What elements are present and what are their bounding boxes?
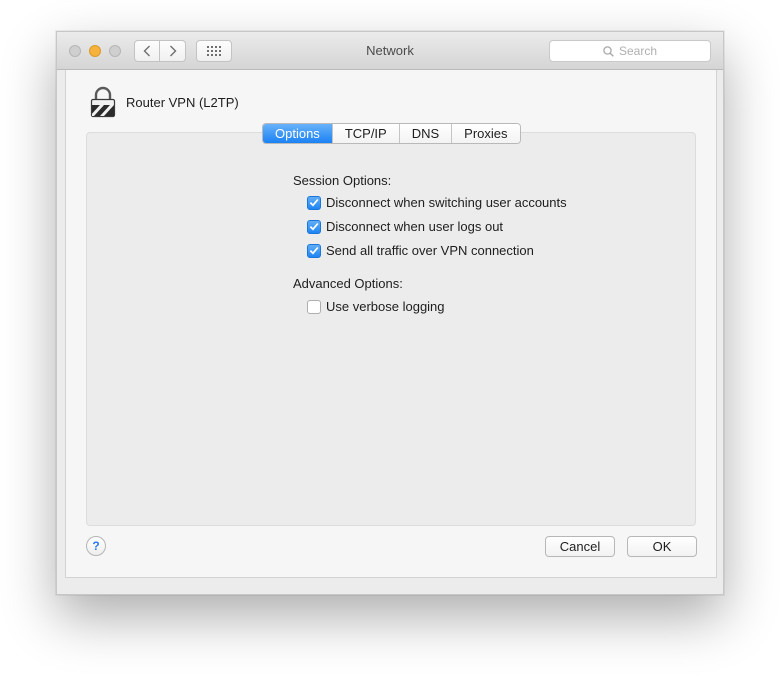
search-placeholder: Search [618, 44, 658, 58]
connection-header: Router VPN (L2TP) [90, 86, 239, 118]
checkbox-label[interactable]: Send all traffic over VPN connection [326, 243, 534, 258]
tab-options[interactable]: Options [263, 124, 332, 143]
cancel-button[interactable]: Cancel [545, 536, 615, 557]
ok-button[interactable]: OK [627, 536, 697, 557]
checkbox-checked[interactable] [307, 195, 321, 210]
search-icon [603, 45, 614, 57]
tab-bar: Options TCP/IP DNS Proxies [262, 123, 521, 144]
tab-proxies[interactable]: Proxies [451, 124, 520, 143]
title-bar: Network Search [57, 32, 723, 70]
checkbox-unchecked[interactable] [307, 299, 321, 314]
checkbox-label[interactable]: Disconnect when switching user accounts [326, 195, 567, 210]
checkbox-label[interactable]: Use verbose logging [326, 299, 445, 314]
help-button[interactable]: ? [86, 536, 106, 556]
checkbox-disconnect-switching[interactable]: Disconnect when switching user accounts [307, 195, 567, 210]
checkbox-disconnect-logout[interactable]: Disconnect when user logs out [307, 219, 503, 234]
checkbox-label[interactable]: Disconnect when user logs out [326, 219, 503, 234]
checkbox-verbose-logging[interactable]: Use verbose logging [307, 299, 445, 314]
checkmark-icon [309, 246, 319, 255]
checkmark-icon [309, 198, 319, 207]
checkmark-icon [309, 222, 319, 231]
checkbox-send-all-traffic[interactable]: Send all traffic over VPN connection [307, 243, 534, 258]
tab-tcpip[interactable]: TCP/IP [331, 124, 399, 143]
connection-name: Router VPN (L2TP) [126, 94, 239, 110]
vpn-options-sheet: Router VPN (L2TP) Session Options: Disco… [65, 70, 717, 578]
lock-icon [90, 86, 116, 118]
options-panel: Session Options: Disconnect when switchi… [86, 132, 696, 526]
session-options-label: Session Options: [293, 173, 392, 188]
tab-dns[interactable]: DNS [398, 124, 452, 143]
checkbox-checked[interactable] [307, 243, 321, 258]
advanced-options-label: Advanced Options: [293, 276, 403, 291]
checkbox-checked[interactable] [307, 219, 321, 234]
network-window: Network Search Router VPN (L2TP) Session… [56, 31, 724, 595]
search-field[interactable]: Search [549, 40, 711, 62]
